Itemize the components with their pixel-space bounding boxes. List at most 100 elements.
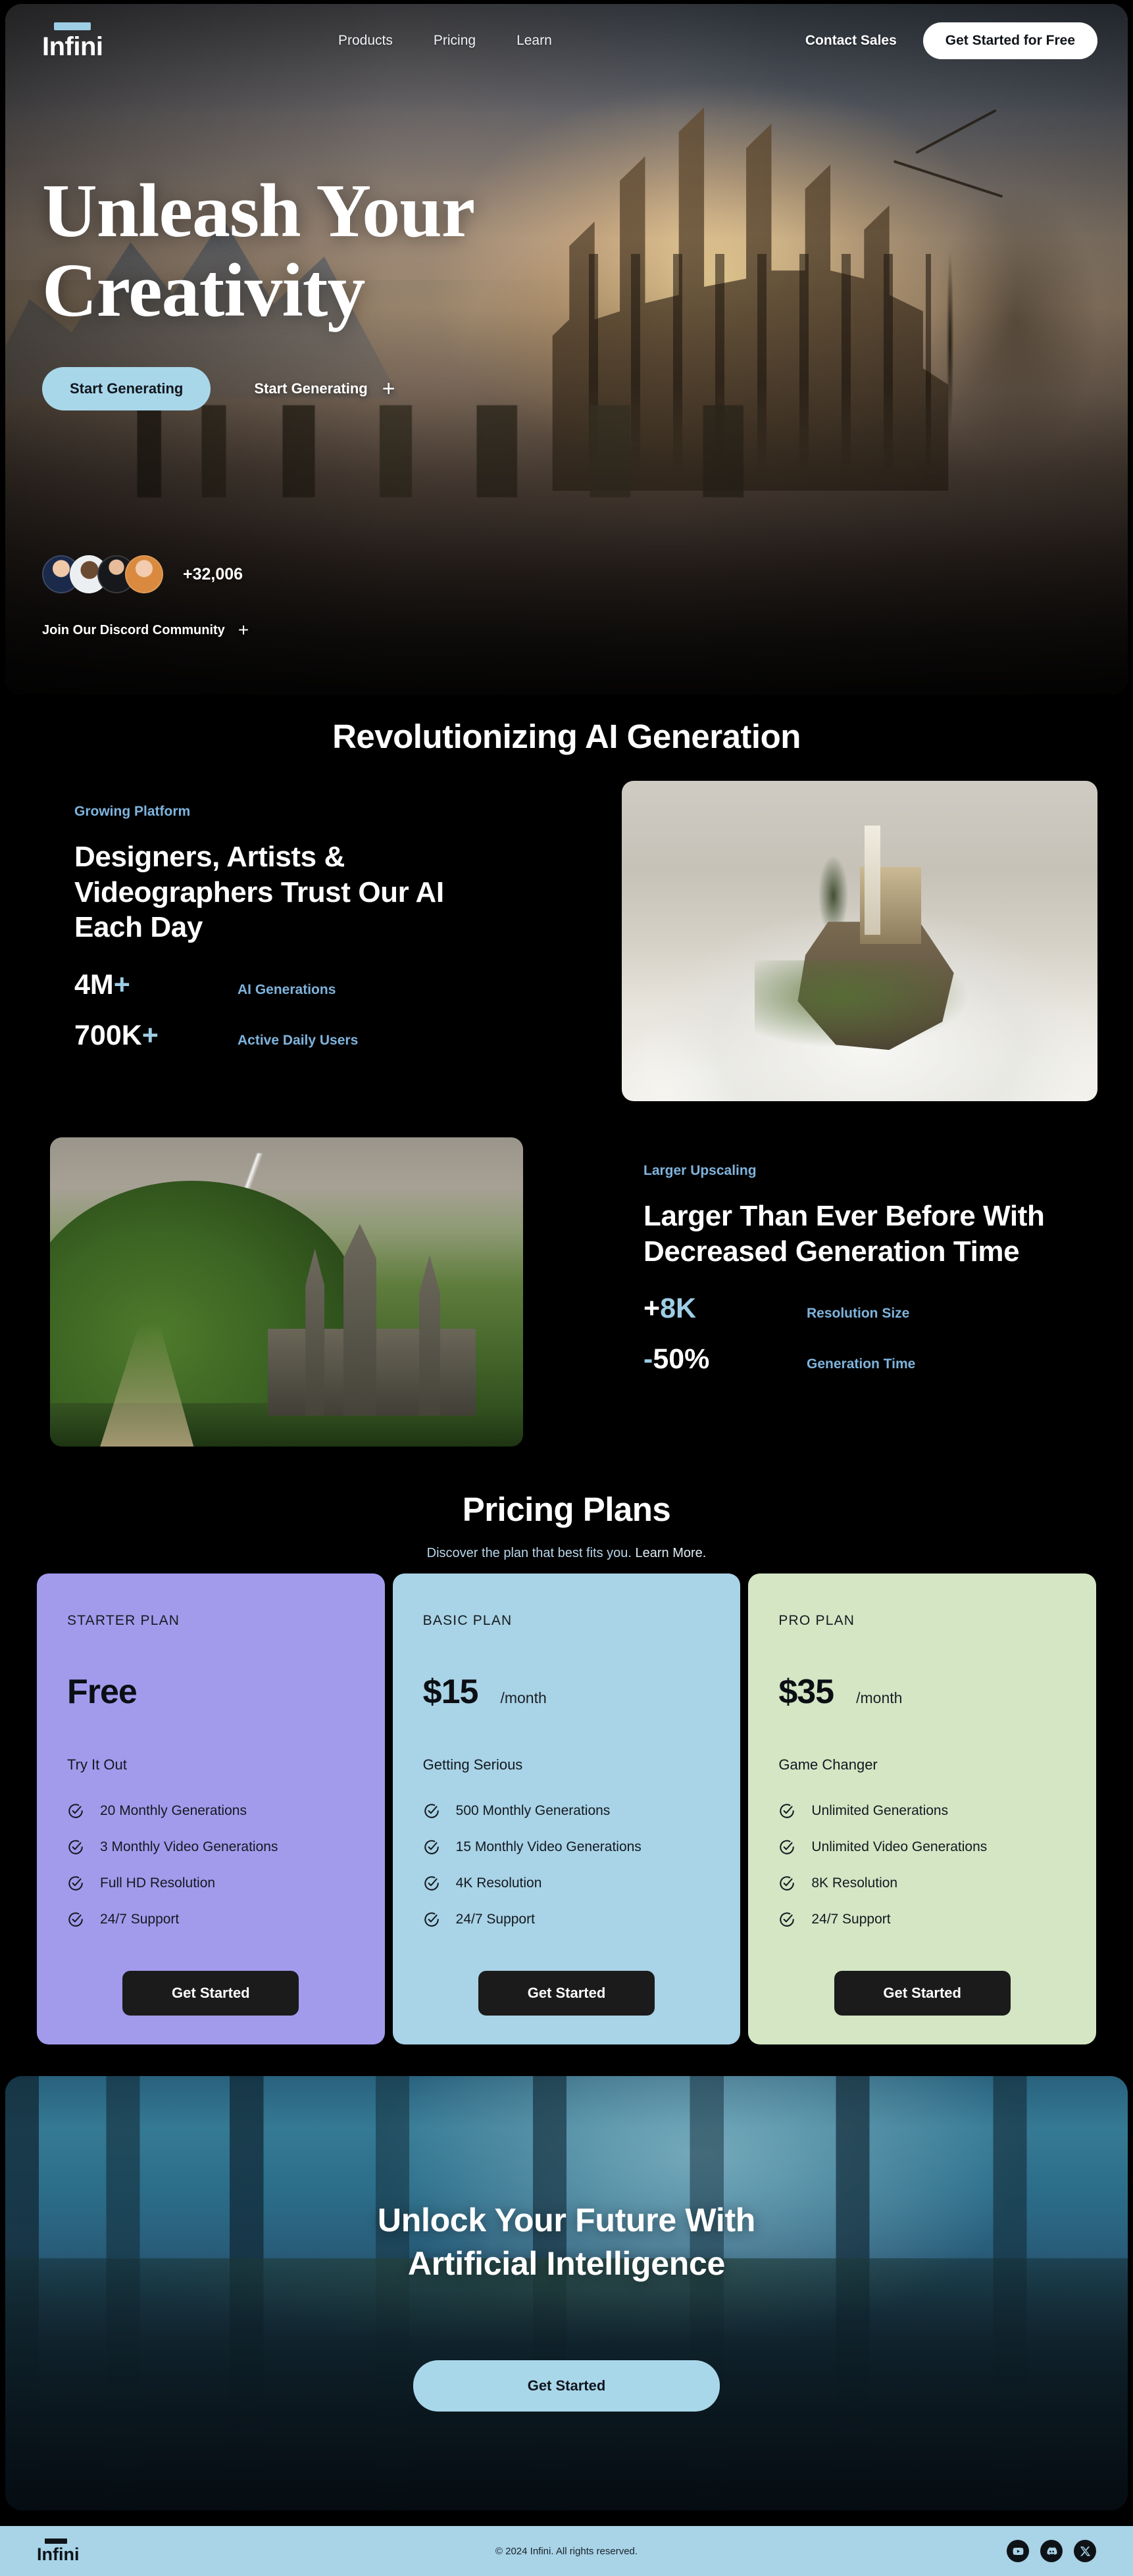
- hero-actions: Start Generating Start Generating +: [42, 367, 634, 411]
- nav-link-products[interactable]: Products: [338, 33, 393, 49]
- plan-feature-label: Unlimited Generations: [811, 1803, 949, 1818]
- stat-row: 4M+ AI Generations: [74, 969, 509, 1001]
- revolutionizing-heading: Revolutionizing AI Generation: [0, 717, 1133, 756]
- plan-feature: 24/7 Support: [778, 1911, 1066, 1928]
- feature-title-larger-upscaling: Larger Than Ever Before With Decreased G…: [643, 1200, 1045, 1268]
- stat-row: +8K Resolution Size: [643, 1293, 1091, 1325]
- pricing-subtitle-text: Discover the plan that best fits you.: [426, 1546, 636, 1560]
- check-circle-icon: [780, 1912, 795, 1927]
- get-started-free-button[interactable]: Get Started for Free: [922, 22, 1097, 59]
- footer-social-links: [1007, 2540, 1096, 2562]
- stat-label-active-users: Active Daily Users: [238, 1033, 359, 1049]
- stat-label-resolution-size: Resolution Size: [807, 1306, 910, 1322]
- pricing-card-pro[interactable]: PRO PLAN $35 /month Game Changer Unlimit…: [748, 1573, 1097, 2044]
- pricing-card-starter[interactable]: STARTER PLAN Free Try It Out 20 Monthly …: [37, 1573, 385, 2044]
- plan-feature-label: 20 Monthly Generations: [100, 1803, 247, 1818]
- check-circle-icon: [424, 1840, 439, 1854]
- plan-price-basic: $15: [422, 1673, 479, 1711]
- plan-feature-label: Unlimited Video Generations: [811, 1839, 988, 1854]
- plan-feature: Unlimited Video Generations: [778, 1839, 1066, 1856]
- check-circle-icon: [780, 1804, 795, 1818]
- plan-period-pro: /month: [856, 1689, 903, 1706]
- nav-link-learn[interactable]: Learn: [516, 33, 552, 49]
- check-circle-icon: [68, 1840, 83, 1854]
- cta-get-started-button[interactable]: Get Started: [413, 2360, 720, 2412]
- get-started-button-pro[interactable]: Get Started: [834, 1971, 1011, 2016]
- plan-feature-label: 24/7 Support: [455, 1912, 535, 1927]
- hero-content: Unleash Your Creativity Start Generating…: [42, 172, 634, 411]
- hero-section: Infini Products Pricing Learn Contact Sa…: [5, 4, 1128, 695]
- plan-features-basic: 500 Monthly Generations 15 Monthly Video…: [423, 1802, 711, 1928]
- plan-feature: Full HD Resolution: [67, 1875, 355, 1892]
- plan-tagline-pro: Game Changer: [778, 1756, 878, 1773]
- plan-feature: Unlimited Generations: [778, 1802, 1066, 1820]
- plan-feature-label: 3 Monthly Video Generations: [100, 1839, 278, 1854]
- plan-feature-label: 24/7 Support: [100, 1912, 180, 1927]
- plan-name-starter: STARTER PLAN: [67, 1613, 180, 1628]
- check-circle-icon: [424, 1912, 439, 1927]
- stat-value-ai-generations: 4M+: [74, 969, 130, 1001]
- plus-icon: +: [238, 620, 249, 640]
- start-generating-link-label: Start Generating: [254, 380, 368, 397]
- feature-image-castle-on-green-hills: [50, 1137, 523, 1447]
- feature-text-larger-upscaling: Larger Upscaling Larger Than Ever Before…: [643, 1163, 1091, 1394]
- youtube-glyph: [1013, 2547, 1023, 2555]
- feature-text-growing-platform: Growing Platform Designers, Artists & Vi…: [74, 804, 509, 1070]
- footer-copyright: © 2024 Infini. All rights reserved.: [495, 2545, 638, 2557]
- castle-tower-decoration: [864, 826, 880, 935]
- site-footer: Infini © 2024 Infini. All rights reserve…: [0, 2526, 1133, 2576]
- plan-price-pro: $35: [778, 1673, 834, 1711]
- plan-feature-label: 4K Resolution: [455, 1875, 542, 1891]
- pricing-cards: STARTER PLAN Free Try It Out 20 Monthly …: [37, 1573, 1097, 2044]
- plan-name-basic: BASIC PLAN: [422, 1613, 513, 1628]
- plan-cta-wrap-starter: Get Started: [67, 1944, 355, 2016]
- check-circle-icon: [68, 1804, 83, 1818]
- community-block: +32,006 Join Our Discord Community +: [42, 555, 249, 639]
- discord-icon[interactable]: [1040, 2540, 1063, 2562]
- plan-feature-label: 500 Monthly Generations: [455, 1803, 611, 1818]
- join-discord-link[interactable]: Join Our Discord Community +: [42, 621, 249, 639]
- pricing-card-basic[interactable]: BASIC PLAN $15 /month Getting Serious 50…: [392, 1573, 741, 2044]
- check-circle-icon: [780, 1876, 795, 1891]
- stat-value-resolution-size: +8K: [643, 1293, 697, 1325]
- plan-feature: 24/7 Support: [423, 1911, 711, 1928]
- plan-feature-label: 8K Resolution: [811, 1875, 898, 1891]
- start-generating-link[interactable]: Start Generating +: [254, 378, 395, 400]
- castle-spire-decoration: [418, 1254, 441, 1416]
- learn-more-link[interactable]: Learn More.: [635, 1546, 706, 1560]
- feature-image-castle-in-clouds: [622, 781, 1097, 1101]
- plan-tagline-basic: Getting Serious: [422, 1756, 523, 1773]
- plan-features-starter: 20 Monthly Generations 3 Monthly Video G…: [67, 1802, 355, 1928]
- start-generating-button[interactable]: Start Generating: [42, 367, 211, 411]
- brand-name: Infini: [42, 32, 103, 61]
- cta-banner: Unlock Your Future With Artificial Intel…: [5, 2076, 1128, 2510]
- feature-title-growing-platform: Designers, Artists & Videographers Trust…: [74, 841, 444, 944]
- get-started-button-starter[interactable]: Get Started: [122, 1971, 299, 2016]
- plan-feature: 8K Resolution: [778, 1875, 1066, 1892]
- plan-feature-label: 24/7 Support: [811, 1912, 891, 1927]
- plan-price-row-pro: $35 /month: [778, 1672, 1066, 1712]
- plan-tagline-starter: Try It Out: [67, 1756, 127, 1773]
- pricing-subtitle: Discover the plan that best fits you. Le…: [0, 1546, 1133, 1561]
- check-circle-icon: [68, 1912, 83, 1927]
- nav-link-pricing[interactable]: Pricing: [434, 33, 476, 49]
- x-icon[interactable]: [1074, 2540, 1096, 2562]
- logo-bar-icon: [45, 2539, 67, 2544]
- cta-title-line-1: Unlock Your Future With: [377, 2202, 756, 2239]
- footer-brand-logo[interactable]: Infini: [37, 2539, 79, 2564]
- get-started-button-basic[interactable]: Get Started: [478, 1971, 655, 2016]
- community-count: +32,006: [183, 564, 243, 583]
- stat-value-generation-time: -50%: [643, 1343, 710, 1375]
- cta-title-line-2: Artificial Intelligence: [407, 2245, 726, 2282]
- check-circle-icon: [424, 1876, 439, 1891]
- plan-feature: 4K Resolution: [423, 1875, 711, 1892]
- brand-logo[interactable]: Infini: [42, 22, 128, 60]
- plan-feature: 24/7 Support: [67, 1911, 355, 1928]
- contact-sales-link[interactable]: Contact Sales: [805, 33, 897, 49]
- youtube-icon[interactable]: [1007, 2540, 1029, 2562]
- pricing-heading: Pricing Plans: [0, 1490, 1133, 1529]
- stat-label-generation-time: Generation Time: [807, 1356, 916, 1372]
- site-header: Infini Products Pricing Learn Contact Sa…: [5, 4, 1128, 78]
- plan-feature: 3 Monthly Video Generations: [67, 1839, 355, 1856]
- avatar: [125, 555, 163, 593]
